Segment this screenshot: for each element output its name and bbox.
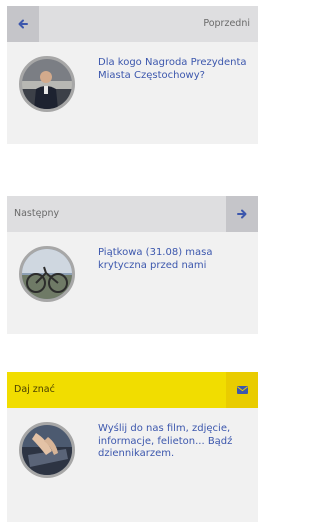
next-article-thumbnail[interactable] xyxy=(19,246,75,302)
arrow-left-icon xyxy=(18,19,28,29)
previous-article-card[interactable]: Poprzedni Dla kogo Nagroda Prezydenta Mi… xyxy=(7,6,258,144)
contact-card-header[interactable]: Daj znać xyxy=(7,372,258,408)
next-arrow-button[interactable] xyxy=(226,196,258,232)
contact-card[interactable]: Daj znać Wyślij do nas film, zdjęcie, in… xyxy=(7,372,258,522)
previous-article-title[interactable]: Dla kogo Nagroda Prezydenta Miasta Częst… xyxy=(98,57,248,82)
next-article-card[interactable]: Następny Piątkowa (31.08) masa krytyczna… xyxy=(7,196,258,334)
previous-arrow-button[interactable] xyxy=(7,6,39,42)
contact-label[interactable]: Daj znać xyxy=(14,372,55,408)
next-label[interactable]: Następny xyxy=(14,196,59,232)
arrow-right-icon xyxy=(237,209,247,219)
envelope-icon xyxy=(236,386,248,394)
next-card-header[interactable]: Następny xyxy=(7,196,258,232)
envelope-button[interactable] xyxy=(226,372,258,408)
previous-card-header[interactable]: Poprzedni xyxy=(7,6,258,42)
contact-description[interactable]: Wyślij do nas film, zdjęcie, informacje,… xyxy=(98,423,248,461)
previous-article-thumbnail[interactable] xyxy=(19,56,75,112)
previous-label[interactable]: Poprzedni xyxy=(203,6,250,42)
next-article-title[interactable]: Piątkowa (31.08) masa krytyczna przed na… xyxy=(98,247,248,272)
contact-thumbnail[interactable] xyxy=(19,422,75,478)
